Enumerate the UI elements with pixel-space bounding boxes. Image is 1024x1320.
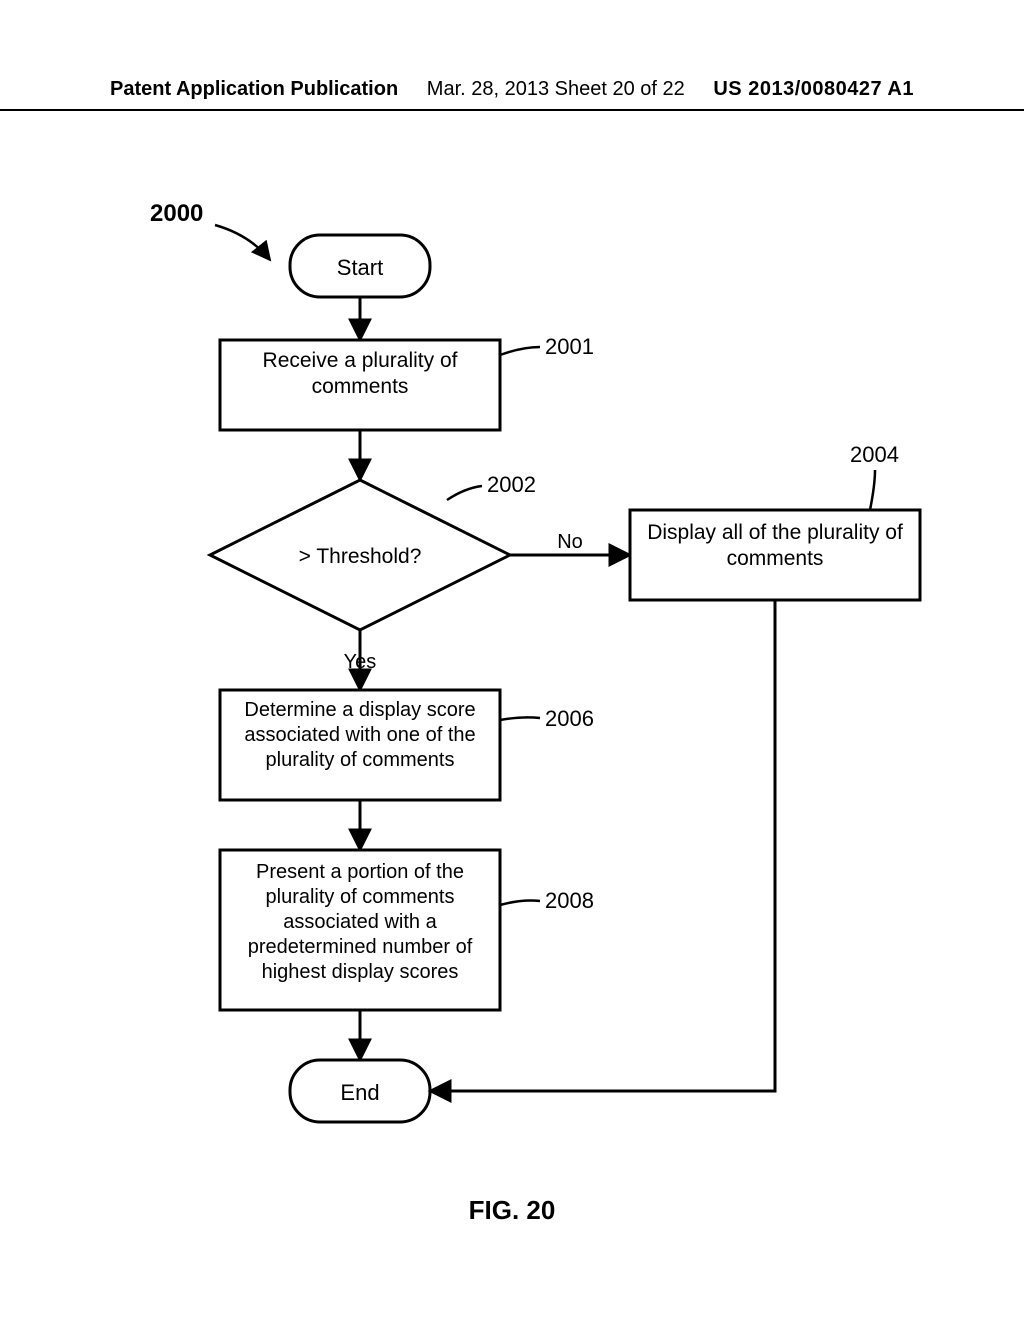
flowchart-canvas: Start Receive a plurality of comments > … [0,0,1024,1320]
node-2006-label: Determine a display score associated wit… [230,698,490,773]
page: Patent Application Publication Mar. 28, … [0,0,1024,1320]
node-start: Start [290,235,430,297]
node-end-label: End [340,1080,379,1105]
node-2001: Receive a plurality of comments [220,340,500,430]
ref-2002: 2002 [487,472,536,498]
node-2008: Present a portion of the plurality of co… [220,850,500,1010]
leader-2008-line [500,901,540,906]
node-2006: Determine a display score associated wit… [220,690,500,800]
ref-2008: 2008 [545,888,594,914]
node-2002: > Threshold? [210,480,510,630]
leader-2002-line [447,486,482,500]
edge-yes-label: Yes [344,651,377,673]
ref-2004: 2004 [850,442,899,468]
node-2001-label: Receive a plurality of comments [230,348,490,401]
ref-2001: 2001 [545,334,594,360]
node-2002-label: > Threshold? [299,545,422,568]
leader-2006-line [500,717,540,720]
node-2004: Display all of the plurality of comments [630,510,920,600]
edge-2004-end [430,600,775,1091]
ref-2006: 2006 [545,706,594,732]
edge-no-label: No [557,531,583,553]
node-2008-label: Present a portion of the plurality of co… [230,860,490,985]
ref-2000-pointer [215,225,270,260]
node-2004-label: Display all of the plurality of comments [640,520,910,573]
node-start-label: Start [337,255,383,280]
figure-caption: FIG. 20 [0,1195,1024,1226]
leader-2004-line [870,470,875,510]
leader-2001-line [500,347,540,355]
node-end: End [290,1060,430,1122]
